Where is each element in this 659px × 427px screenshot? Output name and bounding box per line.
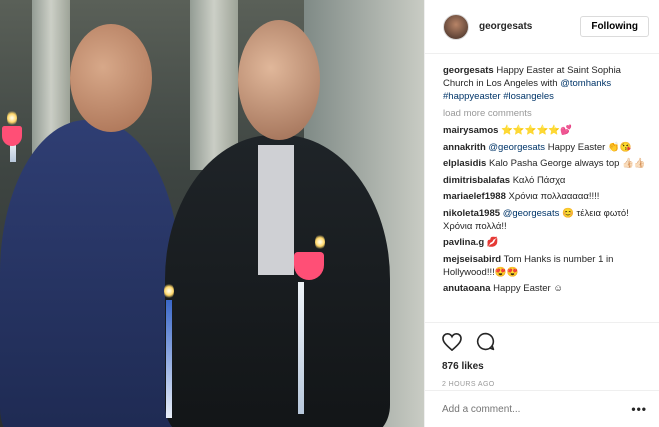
candle-flame-left: [7, 110, 17, 126]
comment-username[interactable]: elplasidis: [443, 158, 486, 169]
comment-item: annakrith @georgesats Happy Easter 👏😘: [443, 141, 647, 154]
comment-text: Kalo Pasha George always top 👍🏻👍🏻: [488, 158, 646, 169]
person-right-head: [238, 20, 320, 140]
following-button[interactable]: Following: [580, 16, 649, 37]
candle-flame-blue: [164, 283, 174, 299]
candle-right: [298, 282, 304, 414]
caption-hashtags[interactable]: #happyeaster #losangeles: [443, 91, 554, 102]
load-more-comments[interactable]: load more comments: [443, 107, 647, 120]
comment-text: Καλό Πάσχα: [512, 174, 566, 186]
candle-blue: [166, 300, 172, 418]
candle-cup-left: [2, 126, 22, 146]
comment-mention[interactable]: @georgesats: [503, 208, 560, 219]
comment-item: mairysamos ⭐⭐⭐⭐⭐💕: [443, 124, 647, 137]
person-left-head: [70, 24, 152, 132]
comments-list[interactable]: georgesats Happy Easter at Saint Sophia …: [425, 54, 659, 322]
comment-mention[interactable]: @georgesats: [488, 142, 545, 153]
post-actions: 876 likes 2 HOURS AGO: [424, 322, 659, 388]
comment-text: Χρόνια πολλααααα!!!!: [508, 191, 600, 202]
comment-username[interactable]: mejseisabird: [443, 254, 501, 265]
comment-icon[interactable]: [476, 332, 495, 354]
caption-mention[interactable]: @tomhanks: [560, 78, 611, 89]
comment-username[interactable]: mariaelef1988: [443, 191, 506, 202]
comment-username[interactable]: dimitrisbalafas: [443, 175, 510, 186]
comment-item: elplasidis Kalo Pasha George always top …: [443, 157, 647, 170]
more-options-icon[interactable]: •••: [631, 402, 647, 416]
background-column: [190, 0, 238, 170]
comment-text: Happy Easter 👏😘: [547, 141, 632, 153]
comment-text: ⭐⭐⭐⭐⭐💕: [501, 125, 573, 136]
comment-item: anutaoana Happy Easter ☺: [443, 282, 647, 295]
like-count[interactable]: 876 likes: [442, 361, 659, 372]
header-username[interactable]: georgesats: [479, 21, 580, 32]
post-caption: georgesats Happy Easter at Saint Sophia …: [443, 64, 647, 103]
comment-username[interactable]: anutaoana: [443, 283, 491, 294]
add-comment-input[interactable]: [442, 403, 632, 415]
comment-item: mariaelef1988 Χρόνια πολλααααα!!!!: [443, 190, 647, 203]
comment-username[interactable]: pavlina.g: [443, 237, 484, 248]
comment-username[interactable]: mairysamos: [443, 125, 498, 136]
comment-item: mejseisabird Tom Hanks is number 1 in Ho…: [443, 253, 647, 279]
avatar[interactable]: [443, 13, 469, 40]
post-photo[interactable]: [0, 0, 424, 427]
person-right-shirt: [258, 145, 294, 275]
heart-icon[interactable]: [442, 332, 462, 354]
comment-item: dimitrisbalafas Καλό Πάσχα: [443, 174, 647, 187]
comment-username[interactable]: annakrith: [443, 142, 486, 153]
comment-text: Happy Easter ☺: [493, 283, 564, 294]
candle-flame-right: [315, 234, 325, 250]
comment-username[interactable]: nikoleta1985: [443, 208, 500, 219]
caption-username[interactable]: georgesats: [443, 65, 494, 76]
add-comment-bar: •••: [424, 390, 659, 427]
comment-text: 💋: [486, 237, 499, 248]
comment-item: pavlina.g 💋: [443, 236, 647, 249]
comment-item: nikoleta1985 @georgesats 😊 τέλεια φωτό! …: [443, 207, 647, 233]
post-header: georgesats Following: [425, 0, 659, 54]
person-left-jacket: [0, 120, 180, 427]
post-timestamp: 2 HOURS AGO: [442, 381, 495, 388]
